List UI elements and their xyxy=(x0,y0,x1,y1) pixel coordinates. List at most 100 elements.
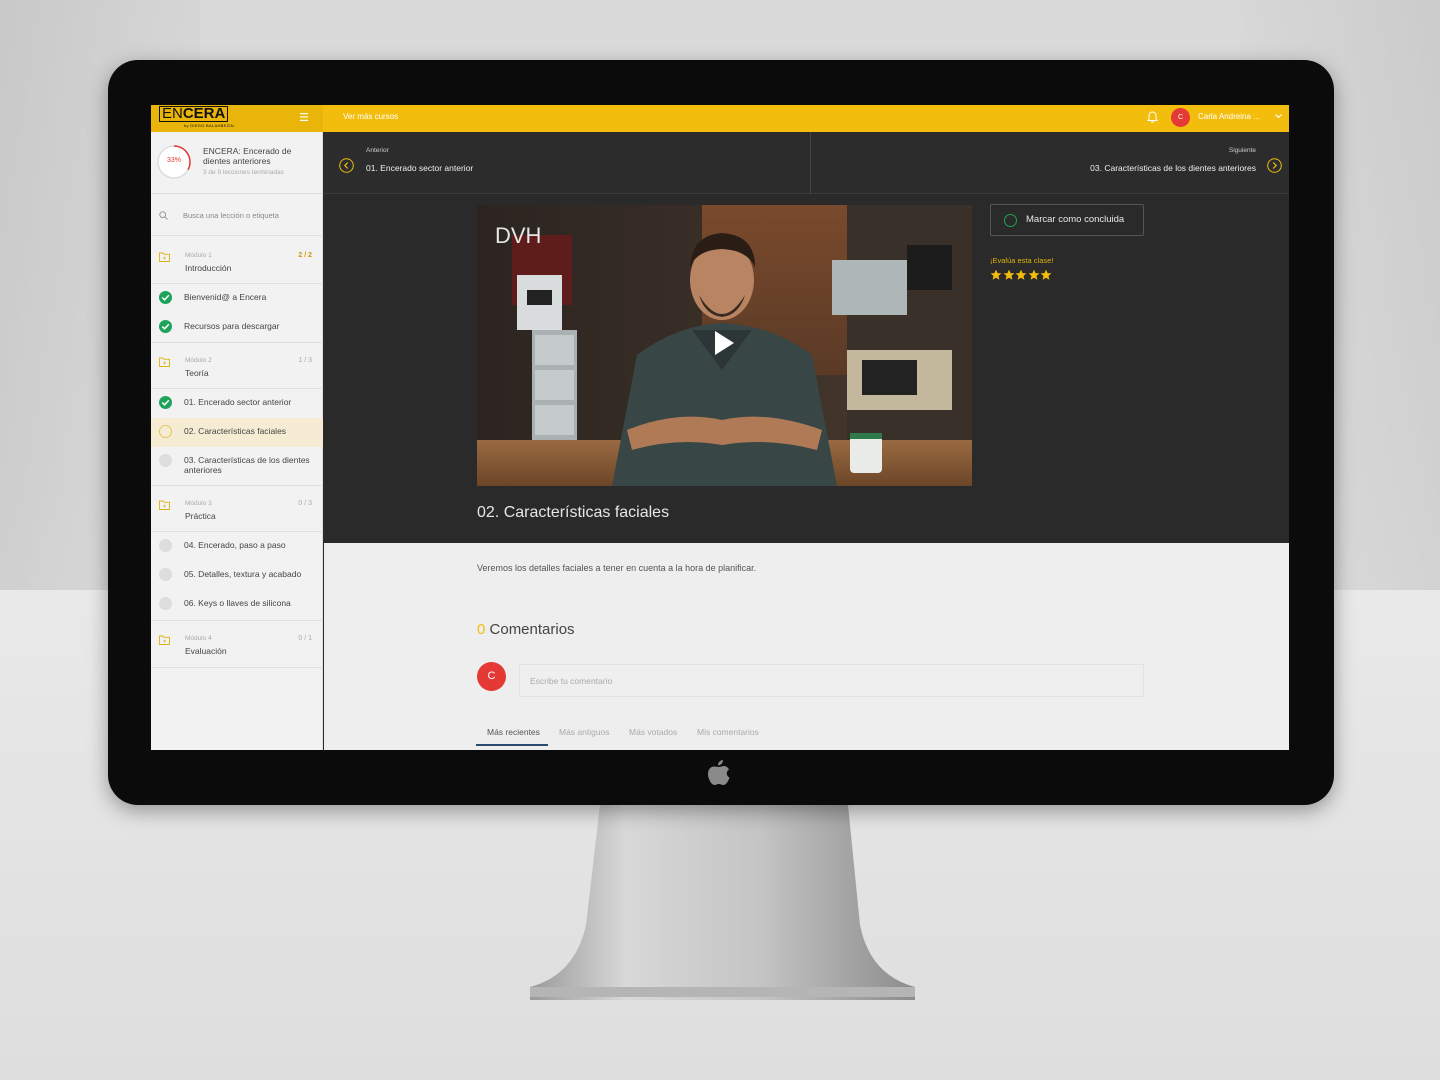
next-label: Siguiente xyxy=(1228,147,1256,154)
module-header[interactable]: Módulo 2 Teoría 1 / 3 xyxy=(151,353,323,393)
module-name: Evaluación xyxy=(185,646,227,656)
divider xyxy=(151,342,323,343)
lesson-status-icon xyxy=(159,396,172,409)
tab-most-recent[interactable]: Más recientes xyxy=(487,727,540,737)
module-number: Módulo 2 xyxy=(185,357,212,364)
star-icon[interactable] xyxy=(1040,269,1052,281)
previous-lesson-link[interactable]: 01. Encerado sector anterior xyxy=(366,163,473,173)
star-icon[interactable] xyxy=(1003,269,1015,281)
previous-label: Anterior xyxy=(366,147,389,154)
play-icon[interactable] xyxy=(713,330,735,356)
rating-stars[interactable] xyxy=(990,268,1060,280)
video-brand-logo: DVH xyxy=(495,223,541,248)
logo-byline: by DIEGO BALAHBEZIN xyxy=(184,123,234,128)
lesson-status-icon xyxy=(159,568,172,581)
previous-lesson-icon[interactable] xyxy=(339,158,354,173)
module-number: Módulo 4 xyxy=(185,635,212,642)
logo-part-cera: CERA xyxy=(182,105,226,122)
lesson-status-icon xyxy=(159,425,172,438)
lesson-name: 04. Encerado, paso a paso xyxy=(184,540,286,550)
lesson-item[interactable]: 01. Encerado sector anterior xyxy=(151,389,323,418)
next-lesson-link[interactable]: 03. Características de los dientes anter… xyxy=(1090,163,1256,173)
brand-logo: ENCERA xyxy=(159,105,229,122)
divider xyxy=(151,235,323,236)
check-icon xyxy=(161,399,170,406)
module-number: Módulo 3 xyxy=(185,500,212,507)
nav-divider xyxy=(810,132,811,194)
lesson-status-icon xyxy=(159,454,172,467)
module-number: Módulo 1 xyxy=(185,252,212,259)
logo-area[interactable]: ENCERA by DIEGO BALAHBEZIN xyxy=(151,105,323,132)
lesson-status-icon xyxy=(159,320,172,333)
user-avatar[interactable]: C xyxy=(1171,108,1190,127)
check-icon xyxy=(161,294,170,301)
lesson-search-input[interactable] xyxy=(183,208,313,222)
lesson-item[interactable]: Recursos para descargar xyxy=(151,313,323,342)
lesson-status-icon xyxy=(159,291,172,304)
module-header[interactable]: Módulo 4 Evaluación 0 / 1 xyxy=(151,631,323,671)
module-progress: 1 / 3 xyxy=(298,357,312,364)
user-name[interactable]: Carla Andreina ... xyxy=(1198,112,1260,121)
lesson-item[interactable]: 05. Detalles, textura y acabado xyxy=(151,561,323,590)
comment-input[interactable] xyxy=(519,664,1144,697)
folder-icon xyxy=(159,357,170,367)
lesson-sidebar: 33% ENCERA: Encerado de dientes anterior… xyxy=(151,132,323,750)
incomplete-circle-icon xyxy=(1004,214,1017,227)
comments-count: 0 xyxy=(477,621,486,638)
lesson-item[interactable]: 04. Encerado, paso a paso xyxy=(151,532,323,561)
next-lesson-icon[interactable] xyxy=(1267,158,1282,173)
chevron-down-icon[interactable] xyxy=(1275,113,1282,119)
lesson-name: 02. Características faciales xyxy=(184,426,287,436)
divider xyxy=(151,620,323,621)
folder-icon xyxy=(159,635,170,645)
hamburger-menu-icon[interactable] xyxy=(300,113,308,121)
lesson-name: Bienvenid@ a Encera xyxy=(184,292,267,302)
check-icon xyxy=(161,323,170,330)
tab-oldest[interactable]: Más antiguos xyxy=(559,727,610,737)
comments-heading: 0 Comentarios xyxy=(477,621,575,638)
course-progress-text: 3 de 9 lecciones terminadas xyxy=(203,169,284,176)
divider xyxy=(151,485,323,486)
module-name: Teoría xyxy=(185,368,209,378)
module-header[interactable]: Módulo 1 Introducción 2 / 2 xyxy=(151,248,323,288)
notification-bell-icon[interactable] xyxy=(1147,111,1158,123)
lesson-name: 05. Detalles, textura y acabado xyxy=(184,569,302,579)
module-progress: 0 / 3 xyxy=(298,500,312,507)
folder-icon xyxy=(159,500,170,510)
module-header[interactable]: Módulo 3 Práctica 0 / 3 xyxy=(151,496,323,536)
lesson-item[interactable]: 03. Características de los dientes anter… xyxy=(151,447,323,485)
comments-heading-label: Comentarios xyxy=(489,621,575,638)
lesson-name: 06. Keys o llaves de silicona xyxy=(184,598,291,608)
player-area: DVH 02. Características faciales Marcar … xyxy=(324,195,1289,543)
screen: ENCERA by DIEGO BALAHBEZIN Ver más curso… xyxy=(151,105,1289,750)
active-tab-indicator xyxy=(476,744,548,746)
star-icon[interactable] xyxy=(1028,269,1040,281)
tab-most-voted[interactable]: Más votados xyxy=(629,727,677,737)
top-bar: ENCERA by DIEGO BALAHBEZIN Ver más curso… xyxy=(151,105,1289,132)
mark-complete-button[interactable]: Marcar como concluida xyxy=(990,204,1144,236)
folder-icon xyxy=(159,252,170,262)
tab-my-comments[interactable]: Mis comentarios xyxy=(697,727,759,737)
star-icon[interactable] xyxy=(1015,269,1027,281)
module-progress: 0 / 1 xyxy=(298,635,312,642)
lesson-content: Veremos los detalles faciales a tener en… xyxy=(324,543,1289,750)
lesson-item[interactable]: 06. Keys o llaves de silicona xyxy=(151,590,323,619)
lesson-status-icon xyxy=(159,539,172,552)
video-player[interactable]: DVH xyxy=(477,205,972,486)
lesson-name: 03. Características de los dientes anter… xyxy=(184,455,310,475)
module-name: Práctica xyxy=(185,511,216,521)
apple-logo-icon xyxy=(708,760,730,785)
course-title: ENCERA: Encerado de dientes anteriores xyxy=(203,146,292,166)
mark-complete-label: Marcar como concluida xyxy=(1026,214,1125,225)
lesson-item[interactable]: 02. Características faciales xyxy=(151,418,323,447)
star-icon[interactable] xyxy=(990,269,1002,281)
module-progress: 2 / 2 xyxy=(298,252,312,259)
more-courses-link[interactable]: Ver más cursos xyxy=(343,112,398,121)
lesson-description: Veremos los detalles faciales a tener en… xyxy=(477,563,757,573)
lesson-navigation: Anterior 01. Encerado sector anterior Si… xyxy=(324,132,1289,194)
lesson-status-icon xyxy=(159,597,172,610)
comment-avatar: C xyxy=(477,662,506,691)
lesson-name: 01. Encerado sector anterior xyxy=(184,397,292,407)
logo-part-en: EN xyxy=(162,105,183,122)
lesson-item[interactable]: Bienvenid@ a Encera xyxy=(151,284,323,313)
